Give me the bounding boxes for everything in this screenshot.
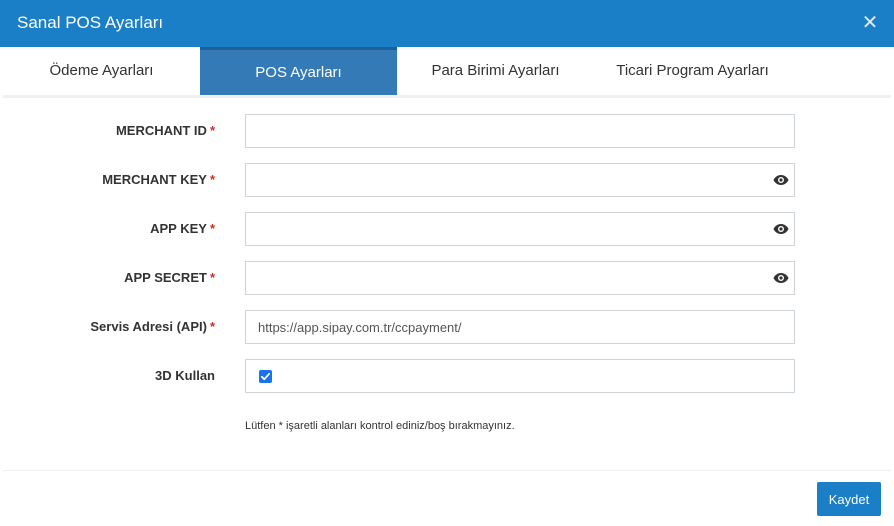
validation-hint: Lütfen * işaretli alanları kontrol edini… <box>245 420 515 432</box>
service-url-input[interactable] <box>245 310 795 344</box>
required-mark: * <box>209 221 215 236</box>
use-3d-label: 3D Kullan <box>155 368 215 383</box>
modal-header: Sanal POS Ayarları ✕ <box>0 0 894 47</box>
form-row-merchant-id: MERCHANT ID * <box>3 114 891 148</box>
merchant-id-input[interactable] <box>245 114 795 148</box>
modal-body: Ödeme Ayarları POS Ayarları Para Birimi … <box>3 47 891 526</box>
eye-icon[interactable] <box>773 271 789 285</box>
merchant-key-input[interactable] <box>245 163 795 197</box>
footer-divider <box>3 470 891 471</box>
tab-bar: Ödeme Ayarları POS Ayarları Para Birimi … <box>3 47 891 98</box>
close-icon[interactable]: ✕ <box>858 11 882 35</box>
use-3d-checkbox[interactable] <box>259 370 272 383</box>
required-mark: * <box>209 270 215 285</box>
app-key-label: APP KEY * <box>150 221 215 236</box>
eye-icon[interactable] <box>773 222 789 236</box>
required-mark: * <box>209 319 215 334</box>
eye-icon[interactable] <box>773 173 789 187</box>
required-mark: * <box>209 172 215 187</box>
merchant-key-label: MERCHANT KEY * <box>102 172 215 187</box>
form-row-service-url: Servis Adresi (API) * <box>3 310 891 344</box>
tab-ticari-program-ayarlari[interactable]: Ticari Program Ayarları <box>594 47 791 95</box>
modal-title: Sanal POS Ayarları <box>17 13 164 32</box>
check-icon <box>260 372 271 381</box>
merchant-id-label: MERCHANT ID * <box>115 123 215 138</box>
sanal-pos-modal: Sanal POS Ayarları ✕ Ödeme Ayarları POS … <box>0 0 894 526</box>
required-mark: * <box>209 123 215 138</box>
save-button[interactable]: Kaydet <box>817 482 881 516</box>
app-key-input[interactable] <box>245 212 795 246</box>
tabs-divider <box>3 95 891 98</box>
app-secret-label: APP SECRET * <box>124 270 215 285</box>
tab-odeme-ayarlari[interactable]: Ödeme Ayarları <box>3 47 200 95</box>
form-row-3d: 3D Kullan <box>3 359 891 393</box>
use-3d-field <box>245 359 795 393</box>
form-row-app-secret: APP SECRET * <box>3 261 891 295</box>
tab-para-birimi-ayarlari[interactable]: Para Birimi Ayarları <box>397 47 594 95</box>
form-row-merchant-key: MERCHANT KEY * <box>3 163 891 197</box>
tab-pos-ayarlari[interactable]: POS Ayarları <box>200 47 397 95</box>
form-row-app-key: APP KEY * <box>3 212 891 246</box>
service-url-label: Servis Adresi (API) * <box>90 319 215 334</box>
app-secret-input[interactable] <box>245 261 795 295</box>
